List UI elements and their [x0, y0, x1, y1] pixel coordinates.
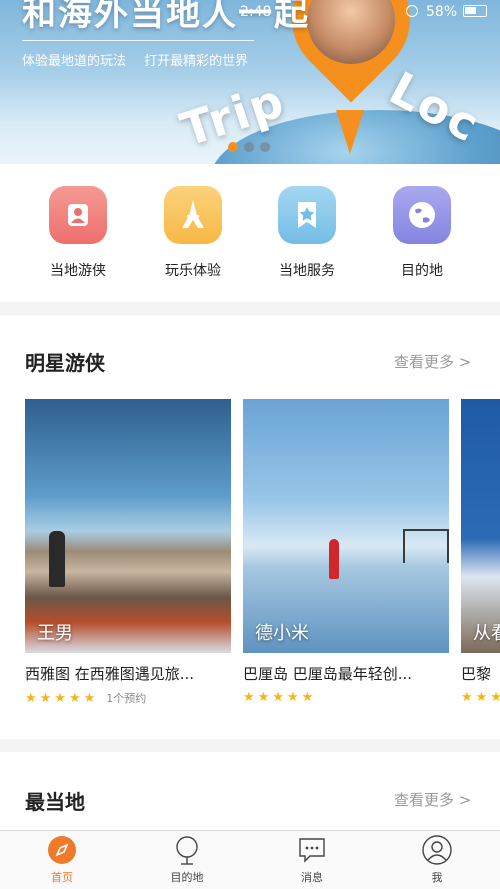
section-title: 明星游侠 [25, 351, 105, 375]
tab-label: 目的地 [170, 871, 204, 884]
banner-divider [22, 40, 254, 41]
guide-title: 西雅图 在西雅图遇见旅... [25, 665, 195, 683]
bottom-tab-bar: 首页 目的地 消息 我 [0, 830, 500, 889]
category-label: 当地服务 [279, 263, 335, 279]
status-battery: 58% [406, 4, 488, 20]
guide-card[interactable]: 从看 巴黎 ★★★★★ [461, 399, 500, 705]
banner-subtitle-part: 打开最精彩的世界 [144, 54, 249, 69]
section-title: 最当地 [25, 790, 85, 814]
carousel-dot[interactable] [228, 142, 238, 152]
rating-stars: ★★★★★ [243, 690, 317, 705]
category-experiences[interactable]: 玩乐体验 [143, 186, 243, 280]
battery-percent: 58% [426, 4, 458, 20]
tab-home[interactable]: 首页 [22, 835, 102, 885]
category-label: 目的地 [401, 263, 443, 279]
person-figure [329, 539, 339, 579]
view-more-link[interactable]: 查看更多 > [394, 351, 471, 372]
person-badge-icon [49, 186, 107, 244]
guide-name: 王男 [37, 623, 73, 644]
guide-title: 巴厘岛 巴厘岛最年轻创... [243, 665, 413, 683]
rating-stars: ★★★★★ [461, 690, 500, 705]
map-pin-tip [336, 110, 364, 154]
guide-card[interactable]: 德小米 巴厘岛 巴厘岛最年轻创... ★★★★★ [243, 399, 449, 705]
compass-icon [47, 835, 77, 865]
tab-destinations[interactable]: 目的地 [147, 835, 227, 885]
tab-label: 首页 [51, 871, 73, 884]
status-time: 2:48 [240, 4, 272, 20]
view-more-link[interactable]: 查看更多 > [394, 789, 471, 810]
tab-label: 消息 [301, 871, 323, 884]
category-local-guide[interactable]: 当地游侠 [28, 186, 128, 280]
battery-icon [463, 5, 488, 17]
carousel-dot[interactable] [260, 142, 270, 152]
category-label: 当地游侠 [50, 263, 106, 279]
eiffel-tower-icon [164, 186, 222, 244]
user-icon [422, 835, 452, 865]
category-grid: 当地游侠 玩乐体验 当地服务 目的地 [0, 164, 500, 302]
hero-banner[interactable]: Trip Loc 和海外当地人一起 体验最地道的玩法 打开最精彩的世界 2:48… [0, 0, 500, 164]
star-guides-section: 明星游侠 查看更多 > 王男 西雅图 在西雅图遇见旅... ★★★★★ 1个预约 … [0, 315, 500, 739]
person-figure [49, 531, 65, 587]
star-bookmark-icon [278, 186, 336, 244]
guide-title: 巴黎 [461, 665, 492, 683]
guide-photo: 王男 [25, 399, 231, 653]
tab-label: 我 [431, 871, 443, 884]
guide-photo: 从看 [461, 399, 500, 653]
tab-messages[interactable]: 消息 [272, 835, 352, 885]
category-destinations[interactable]: 目的地 [372, 186, 472, 280]
guide-photo: 德小米 [243, 399, 449, 653]
carousel-dot[interactable] [244, 142, 254, 152]
location-pin-icon [172, 835, 202, 865]
deck-railing [403, 529, 449, 563]
guide-name: 从看 [473, 623, 500, 644]
rating-stars: ★★★★★ 1个预约 [25, 691, 147, 706]
globe-icon [393, 186, 451, 244]
banner-subtitle: 体验最地道的玩法 打开最精彩的世界 [22, 50, 262, 69]
guide-name: 德小米 [255, 623, 309, 644]
tab-me[interactable]: 我 [397, 835, 477, 885]
guide-card[interactable]: 王男 西雅图 在西雅图遇见旅... ★★★★★ 1个预约 [25, 399, 231, 706]
booking-count: 1个预约 [106, 692, 147, 705]
category-label: 玩乐体验 [165, 263, 221, 279]
carousel-dots [228, 142, 270, 152]
rotation-lock-icon [406, 5, 418, 17]
chat-bubble-icon [297, 835, 327, 865]
category-local-services[interactable]: 当地服务 [257, 186, 357, 280]
top-places-section: 最当地 查看更多 > [0, 752, 500, 832]
banner-subtitle-part: 体验最地道的玩法 [22, 54, 127, 69]
